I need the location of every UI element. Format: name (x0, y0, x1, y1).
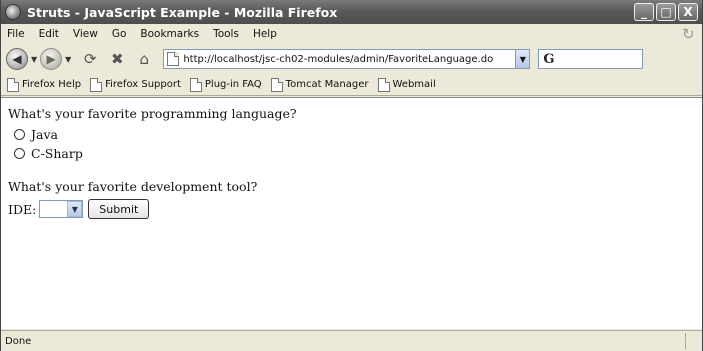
radio-option-java[interactable]: Java (14, 125, 702, 144)
throbber-icon: ↻ (682, 25, 695, 43)
menu-bookmarks[interactable]: Bookmarks (140, 28, 199, 40)
tool-question: What's your favorite development tool? (8, 179, 258, 194)
url-text[interactable]: http://localhost/jsc-ch02-modules/admin/… (183, 54, 515, 65)
radio-button[interactable] (14, 129, 25, 140)
home-icon: ⌂ (139, 50, 150, 68)
submit-button[interactable]: Submit (88, 199, 150, 219)
bookmark-page-icon (7, 77, 19, 92)
menu-help[interactable]: Help (253, 28, 277, 40)
bookmark-label: Tomcat Manager (285, 79, 369, 90)
stop-button[interactable]: ✖ (106, 48, 128, 70)
status-bar: Done (1, 330, 702, 351)
browser-window: Struts - JavaScript Example - Mozilla Fi… (0, 0, 703, 351)
page-icon (167, 52, 180, 66)
radio-button[interactable] (14, 148, 25, 159)
search-box[interactable]: G (538, 49, 644, 69)
bookmark-tomcat-manager[interactable]: Tomcat Manager (270, 77, 369, 92)
bookmarks-toolbar: Firefox Help Firefox Support Plug-in FAQ… (1, 74, 702, 96)
window-title: Struts - JavaScript Example - Mozilla Fi… (27, 4, 338, 20)
minimize-button[interactable]: _ (634, 3, 654, 21)
title-bar[interactable]: Struts - JavaScript Example - Mozilla Fi… (1, 0, 702, 24)
radio-option-csharp[interactable]: C-Sharp (14, 144, 702, 163)
bookmark-page-icon (189, 77, 202, 92)
forward-button[interactable]: ▶ (40, 48, 63, 70)
ide-row: IDE: ▼ Submit (8, 198, 702, 220)
ide-select[interactable]: ▼ (39, 200, 84, 218)
navigation-toolbar: ◀ ▼ ▶ ▼ ⟳ ✖ ⌂ http://localhost/jsc-ch02-… (1, 44, 702, 74)
window-controls: _ □ X (634, 3, 698, 21)
ide-label: IDE: (8, 201, 37, 217)
menu-bar: File Edit View Go Bookmarks Tools Help ↻ (1, 24, 702, 44)
bookmark-page-icon (90, 77, 103, 92)
reload-icon: ⟳ (84, 50, 97, 68)
chevron-down-icon[interactable]: ▼ (67, 201, 83, 217)
reload-button[interactable]: ⟳ (79, 48, 101, 70)
menu-edit[interactable]: Edit (39, 28, 59, 40)
language-question: What's your favorite programming languag… (8, 106, 297, 121)
bookmark-plugin-faq[interactable]: Plug-in FAQ (189, 77, 262, 92)
bookmark-label: Firefox Support (105, 79, 181, 90)
close-button[interactable]: X (678, 3, 698, 21)
back-button[interactable]: ◀ (6, 48, 28, 70)
forward-history-dropdown-icon[interactable]: ▼ (65, 55, 71, 64)
google-search-icon[interactable]: G (543, 52, 554, 67)
bookmark-page-icon (270, 77, 283, 92)
status-text: Done (5, 335, 32, 347)
page-content: What's your favorite programming languag… (1, 97, 702, 329)
bookmark-label: Firefox Help (22, 79, 82, 90)
bookmark-firefox-support[interactable]: Firefox Support (90, 77, 181, 92)
forward-arrow-icon: ▶ (46, 52, 56, 66)
status-divider (685, 333, 686, 349)
home-button[interactable]: ⌂ (133, 48, 155, 70)
menu-view[interactable]: View (73, 28, 98, 40)
radio-label: Java (31, 127, 58, 142)
url-dropdown-button[interactable]: ▼ (515, 50, 530, 68)
firefox-logo-icon (5, 4, 21, 20)
bookmark-label: Webmail (392, 79, 436, 90)
menu-file[interactable]: File (7, 28, 25, 40)
maximize-button[interactable]: □ (656, 3, 676, 21)
bookmark-webmail[interactable]: Webmail (377, 77, 436, 92)
bookmark-firefox-help[interactable]: Firefox Help (7, 77, 82, 92)
menu-tools[interactable]: Tools (213, 28, 239, 40)
menu-go[interactable]: Go (112, 28, 127, 40)
back-history-dropdown-icon[interactable]: ▼ (31, 55, 37, 64)
bookmark-label: Plug-in FAQ (204, 79, 262, 90)
bookmark-page-icon (377, 77, 390, 92)
stop-icon: ✖ (111, 50, 124, 68)
address-bar[interactable]: http://localhost/jsc-ch02-modules/admin/… (163, 49, 531, 69)
back-arrow-icon: ◀ (12, 52, 22, 66)
radio-label: C-Sharp (31, 146, 83, 161)
